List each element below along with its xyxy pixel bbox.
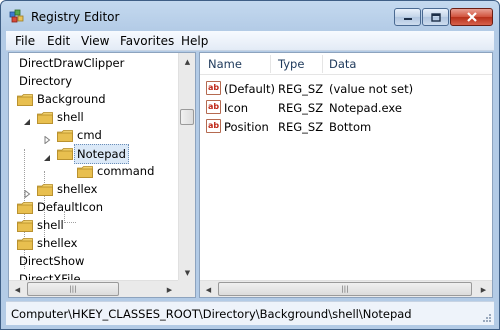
value-type: REG_SZ xyxy=(278,82,324,96)
tree-item-label: DefaultIcon xyxy=(37,200,104,214)
values-horizontal-scrollbar[interactable]: ◀ ||| ▶ xyxy=(200,280,492,297)
tree-item[interactable]: shellex xyxy=(9,180,179,199)
values-header: Name Type Data xyxy=(200,53,492,75)
string-value-icon: ab xyxy=(206,119,221,133)
folder-icon xyxy=(57,147,73,160)
scroll-right-icon[interactable]: ▶ xyxy=(161,281,178,298)
folder-icon xyxy=(37,183,53,196)
collapsed-arrow-icon[interactable] xyxy=(23,185,31,199)
key-tree-pane[interactable]: DirectDrawClipper Directory Background shel… xyxy=(8,52,196,298)
tree-item-label: shellex xyxy=(37,236,78,250)
tree-item[interactable]: shellex xyxy=(9,234,179,252)
tree-item-label: DirectDrawClipper xyxy=(19,56,125,70)
folder-icon xyxy=(17,201,33,214)
tree-item[interactable]: shell xyxy=(9,216,179,234)
tree-item[interactable]: Notepad xyxy=(9,144,179,164)
folder-icon xyxy=(77,165,93,178)
menu-help[interactable]: Help xyxy=(181,34,208,48)
maximize-icon xyxy=(430,12,441,22)
tree-item[interactable]: DirectShow xyxy=(9,252,179,270)
registry-editor-window: Registry Editor File Edit View Favorites… xyxy=(0,0,500,330)
tree-item-label: shellex xyxy=(57,182,98,196)
resize-grip-icon[interactable] xyxy=(482,313,492,323)
value-type: REG_SZ xyxy=(278,101,324,115)
tree-item[interactable]: DirectDrawClipper xyxy=(9,54,179,72)
tree-item-label: Background xyxy=(37,92,106,106)
scroll-corner xyxy=(178,280,195,297)
tree-item[interactable]: shell xyxy=(9,108,179,126)
value-row[interactable]: ab Position REG_SZ Bottom xyxy=(200,117,492,136)
menu-favorites[interactable]: Favorites xyxy=(120,34,174,48)
value-data: (value not set) xyxy=(329,82,414,96)
tree-item[interactable]: Directory xyxy=(9,72,179,90)
folder-icon xyxy=(17,93,33,106)
column-type-header[interactable]: Type xyxy=(278,57,304,71)
tree-item[interactable]: DefaultIcon xyxy=(9,198,179,216)
menu-view[interactable]: View xyxy=(81,34,109,48)
title-bar[interactable]: Registry Editor xyxy=(1,1,499,31)
tree-item-label: shell xyxy=(37,218,64,232)
column-divider[interactable] xyxy=(322,55,323,73)
value-data: Bottom xyxy=(329,120,372,134)
value-data: Notepad.exe xyxy=(329,101,402,115)
value-name: (Default) xyxy=(224,82,275,96)
tree-vertical-scrollbar[interactable]: ▲ ▼ xyxy=(178,53,195,281)
tree-item[interactable]: Background xyxy=(9,90,179,108)
maximize-button[interactable] xyxy=(422,8,449,26)
scroll-left-icon[interactable]: ◀ xyxy=(200,281,217,298)
collapsed-arrow-icon[interactable] xyxy=(43,131,51,145)
column-name-header[interactable]: Name xyxy=(208,57,242,71)
vertical-scroll-thumb[interactable] xyxy=(180,109,194,125)
scroll-up-icon[interactable]: ▲ xyxy=(179,53,196,70)
values-list-pane[interactable]: Name Type Data ab (Default) REG_SZ (valu… xyxy=(199,52,493,298)
folder-icon xyxy=(37,111,53,124)
horizontal-scroll-thumb[interactable]: ||| xyxy=(27,282,119,296)
status-key-path: Computer\HKEY_CLASSES_ROOT\Directory\Bac… xyxy=(11,307,412,321)
value-type: REG_SZ xyxy=(278,120,324,134)
column-data-header[interactable]: Data xyxy=(329,57,356,71)
string-value-icon: ab xyxy=(206,81,221,95)
column-divider[interactable] xyxy=(270,55,271,73)
scroll-right-icon[interactable]: ▶ xyxy=(475,281,492,298)
tree-item-label-selected: Notepad xyxy=(74,144,129,164)
key-tree: DirectDrawClipper Directory Background shel… xyxy=(9,53,179,281)
value-row[interactable]: ab Icon REG_SZ Notepad.exe xyxy=(200,98,492,117)
scroll-down-icon[interactable]: ▼ xyxy=(179,264,196,281)
horizontal-scroll-thumb[interactable]: ||| xyxy=(218,282,472,296)
menu-bar: File Edit View Favorites Help xyxy=(6,31,494,51)
registry-editor-icon xyxy=(9,9,24,23)
close-button[interactable] xyxy=(450,8,493,26)
close-icon xyxy=(466,12,477,22)
tree-item-label: command xyxy=(97,164,155,178)
status-bar: Computer\HKEY_CLASSES_ROOT\Directory\Bac… xyxy=(6,301,494,325)
expanded-arrow-icon[interactable] xyxy=(23,113,31,125)
folder-icon xyxy=(57,129,73,142)
string-value-icon: ab xyxy=(206,100,221,114)
window-title: Registry Editor xyxy=(31,10,120,24)
menu-file[interactable]: File xyxy=(15,34,35,48)
tree-item-label: shell xyxy=(57,110,84,124)
menu-edit[interactable]: Edit xyxy=(47,34,70,48)
minimize-button[interactable] xyxy=(394,8,421,26)
tree-horizontal-scrollbar[interactable]: ◀ ||| ▶ xyxy=(9,280,178,297)
minimize-icon xyxy=(403,18,412,20)
value-name: Position xyxy=(224,120,269,134)
scroll-left-icon[interactable]: ◀ xyxy=(9,281,26,298)
tree-item[interactable]: command xyxy=(9,162,179,180)
tree-item[interactable]: cmd xyxy=(9,126,179,145)
tree-item-label: Directory xyxy=(19,74,73,88)
folder-icon xyxy=(17,237,33,250)
value-row[interactable]: ab (Default) REG_SZ (value not set) xyxy=(200,79,492,98)
tree-item-label: DirectShow xyxy=(19,254,85,268)
folder-icon xyxy=(17,219,33,232)
tree-item-label: cmd xyxy=(77,128,102,142)
value-name: Icon xyxy=(224,101,249,115)
expanded-arrow-icon[interactable] xyxy=(43,149,51,161)
